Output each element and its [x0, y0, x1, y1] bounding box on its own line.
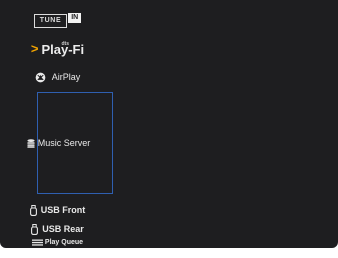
airplay-label: AirPlay — [51, 72, 81, 82]
network-source-panel: TUNE IN > dts Play-Fi AirPlay Music Serv… — [0, 0, 338, 248]
usb-drive-icon — [29, 204, 37, 216]
playfi-chevron-icon: > — [30, 41, 39, 56]
usb-drive-icon — [31, 223, 39, 235]
usb-rear-label: USB Rear — [42, 224, 84, 234]
bottom-strip — [0, 248, 338, 258]
usb-front-label: USB Front — [40, 205, 86, 215]
menu-item-usb-front[interactable]: USB Front — [0, 202, 115, 218]
queue-list-icon — [31, 239, 43, 246]
tunein-logo-in: IN — [68, 13, 82, 23]
tunein-logo: TUNE IN — [33, 13, 82, 28]
playfi-label: dts Play-Fi — [41, 40, 84, 57]
menu-item-usb-rear[interactable]: USB Rear — [0, 222, 115, 236]
airplay-icon — [35, 72, 46, 83]
music-server-label: Music Server — [37, 138, 91, 148]
menu-item-music-server[interactable]: Music Server — [27, 92, 113, 194]
menu-item-airplay[interactable]: AirPlay — [0, 66, 115, 88]
menu-item-tunein[interactable]: TUNE IN — [0, 10, 115, 32]
dts-mark: dts — [61, 40, 69, 47]
play-queue-label: Play Queue — [44, 238, 84, 246]
source-menu: TUNE IN > dts Play-Fi AirPlay Music Serv… — [0, 0, 115, 248]
database-icon — [27, 138, 35, 148]
tunein-logo-tune: TUNE — [33, 14, 68, 28]
menu-item-play-queue[interactable]: Play Queue — [0, 237, 115, 247]
menu-item-playfi[interactable]: > dts Play-Fi — [0, 38, 115, 60]
